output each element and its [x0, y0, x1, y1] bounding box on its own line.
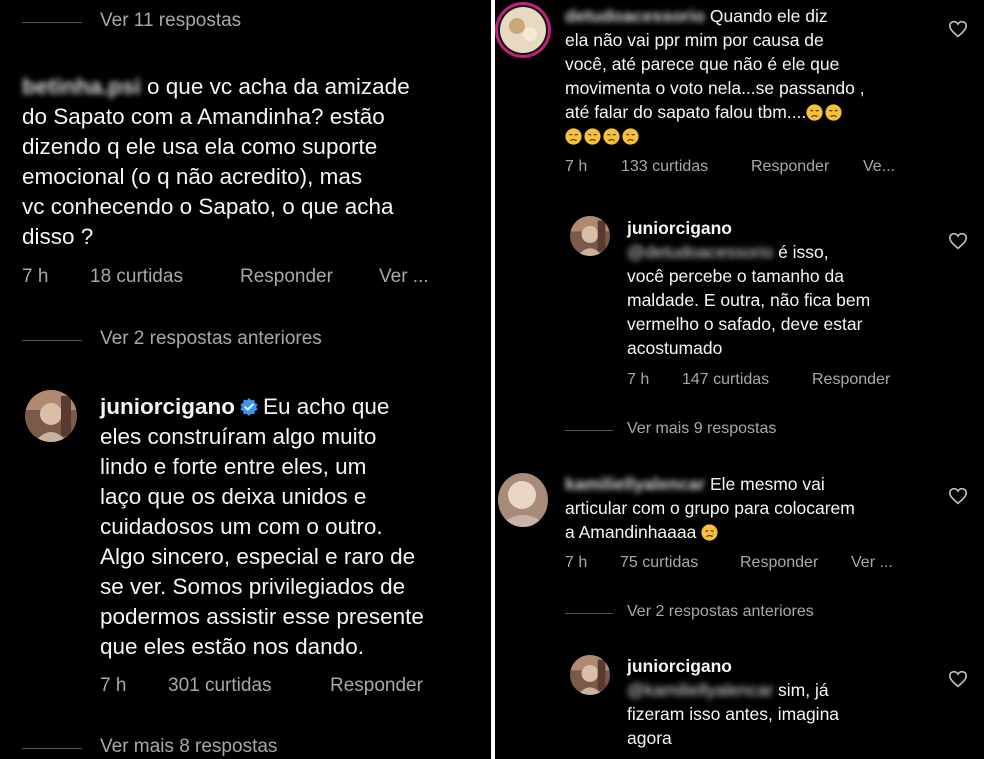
reply-time: 7 h [627, 371, 650, 388]
mention-link[interactable]: @kamiliellyalencar [627, 680, 773, 700]
mention-link[interactable]: @detudoacessorio [627, 242, 773, 262]
thread-line [22, 340, 82, 341]
view-more-replies-link[interactable]: Ver mais 9 respostas [627, 420, 776, 438]
reply-username[interactable]: juniorcigano [627, 654, 927, 678]
avatar[interactable] [498, 473, 548, 527]
reply-username[interactable]: juniorcigano [100, 394, 235, 419]
reply-text-line: vermelho o safado, deve estar [627, 314, 863, 334]
like-count[interactable]: 18 curtidas [90, 265, 183, 289]
comment-text-line: até falar do sapato falou tbm.... [565, 102, 807, 122]
comment-time: 7 h [565, 554, 588, 571]
comment-text-line: disso ? [22, 224, 94, 249]
view-replies-link[interactable]: Ver 11 respostas [100, 10, 241, 32]
heart-outline-icon[interactable] [948, 232, 968, 250]
comment-text-line: o que vc acha da amizade [147, 74, 410, 99]
like-count[interactable]: 75 curtidas [620, 553, 698, 573]
thread-line [22, 22, 82, 23]
reply-button[interactable]: Responder [740, 553, 818, 573]
avatar[interactable] [495, 0, 551, 62]
reply-time: 7 h [100, 675, 127, 696]
comment-username[interactable]: kamiliellyalencar [565, 474, 705, 494]
disappointed-face-emoji [825, 104, 842, 121]
comment-text-line: você, até parece que não é ele que [565, 54, 840, 74]
comment-meta-row: 7 h 18 curtidas Responder Ver ... [22, 265, 482, 289]
comment-text-line: articular com o grupo para colocarem [565, 498, 855, 518]
avatar[interactable] [570, 655, 610, 695]
left-screenshot-panel: Ver 11 respostas betinha.psi o que vc ac… [0, 0, 491, 759]
thread-line [565, 613, 613, 614]
reply-text-line: você percebe o tamanho da [627, 266, 844, 286]
reply-text-line: lindo e forte entre eles, um [100, 454, 367, 479]
reply-meta-row: 7 h 301 curtidas Responder [100, 674, 480, 698]
comment-meta-row: 7 h 133 curtidas Responder Ve... [565, 157, 935, 177]
comment-meta-row: 7 h 75 curtidas Responder Ver ... [565, 553, 935, 573]
reply-text-line: é isso, [778, 242, 829, 262]
comment-text-line: do Sapato com a Amandinha? estão [22, 104, 385, 129]
heart-outline-icon[interactable] [948, 487, 968, 505]
comment-text-line: emocional (o q não acredito), mas [22, 164, 363, 189]
comment-username[interactable]: betinha.psi [22, 74, 141, 99]
reply-text-line: acostumado [627, 338, 723, 358]
see-translation-link[interactable]: Ver ... [851, 553, 893, 573]
reply-text-line: maldade. E outra, não fica bem [627, 290, 871, 310]
view-more-replies-link[interactable]: Ver mais 8 respostas [100, 736, 277, 758]
disappointed-face-emoji [622, 128, 639, 145]
crying-face-emoji [701, 524, 718, 541]
comment-detudo: detudoacessorio Quando ele diz ela não v… [565, 4, 935, 148]
verified-badge-icon [240, 398, 258, 416]
disappointed-face-emoji [603, 128, 620, 145]
disappointed-face-emoji [584, 128, 601, 145]
reply-text-line: eles construíram algo muito [100, 424, 377, 449]
reply-button[interactable]: Responder [812, 370, 890, 390]
see-translation-link[interactable]: Ver ... [379, 265, 429, 289]
comment-text-line: Ele mesmo vai [709, 474, 825, 494]
reply-meta-row: 7 h 147 curtidas Responder [627, 370, 927, 390]
reply-text-line: sim, já [778, 680, 829, 700]
comment-text-line: dizendo q ele usa ela como suporte [22, 134, 378, 159]
reply-text-line: que eles estão nos dando. [100, 634, 364, 659]
avatar[interactable] [25, 390, 77, 442]
see-translation-link[interactable]: Ve... [863, 157, 895, 177]
avatar[interactable] [570, 216, 610, 256]
reply-text-line: agora [627, 728, 672, 748]
reply-button[interactable]: Responder [330, 674, 423, 698]
comment-text-line: a Amandinhaaaa [565, 522, 697, 542]
comment-text-line: ela não vai ppr mim por causa de [565, 30, 824, 50]
disappointed-face-emoji [565, 128, 582, 145]
reply-text-line: laço que os deixa unidos e [100, 484, 367, 509]
comment-text-line: Quando ele diz [709, 6, 828, 26]
reply-text-line: cuidadosos um com o outro. [100, 514, 383, 539]
heart-outline-icon[interactable] [948, 20, 968, 38]
comment-kamiliely: kamiliellyalencar Ele mesmo vai articula… [565, 472, 935, 544]
comment-betinha: betinha.psi o que vc acha da amizade do … [22, 72, 482, 252]
disappointed-face-emoji [806, 104, 823, 121]
like-count[interactable]: 133 curtidas [621, 157, 708, 177]
reply-juniorcigano: juniorcigano Eu acho que eles construíram… [100, 392, 480, 662]
like-count[interactable]: 301 curtidas [168, 674, 272, 698]
comment-time: 7 h [22, 266, 49, 287]
reply-juniorcigano-2: juniorcigano @kamiliellyalencar sim, já … [627, 654, 927, 750]
reply-text-line: podermos assistir esse presente [100, 604, 424, 629]
view-previous-replies-link[interactable]: Ver 2 respostas anteriores [100, 328, 322, 350]
right-screenshot-panel: detudoacessorio Quando ele diz ela não v… [495, 0, 984, 759]
reply-text-line: Eu acho que [263, 394, 390, 419]
reply-button[interactable]: Responder [751, 157, 829, 177]
heart-outline-icon[interactable] [948, 670, 968, 688]
reply-juniorcigano: juniorcigano @detudoacessorio é isso, vo… [627, 216, 927, 360]
comment-time: 7 h [565, 158, 588, 175]
reply-text-line: Algo sincero, especial e raro de [100, 544, 416, 569]
reply-username[interactable]: juniorcigano [627, 216, 927, 240]
reply-text-line: fizeram isso antes, imagina [627, 704, 840, 724]
comment-text-line: vc conhecendo o Sapato, o que acha [22, 194, 394, 219]
comment-text-line: movimenta o voto nela...se passando , [565, 78, 865, 98]
like-count[interactable]: 147 curtidas [682, 370, 769, 390]
reply-button[interactable]: Responder [240, 265, 333, 289]
comment-username[interactable]: detudoacessorio [565, 6, 705, 26]
thread-line [565, 430, 613, 431]
view-previous-replies-link[interactable]: Ver 2 respostas anteriores [627, 603, 814, 621]
thread-line [22, 748, 82, 749]
reply-text-line: se ver. Somos privilegiados de [100, 574, 406, 599]
